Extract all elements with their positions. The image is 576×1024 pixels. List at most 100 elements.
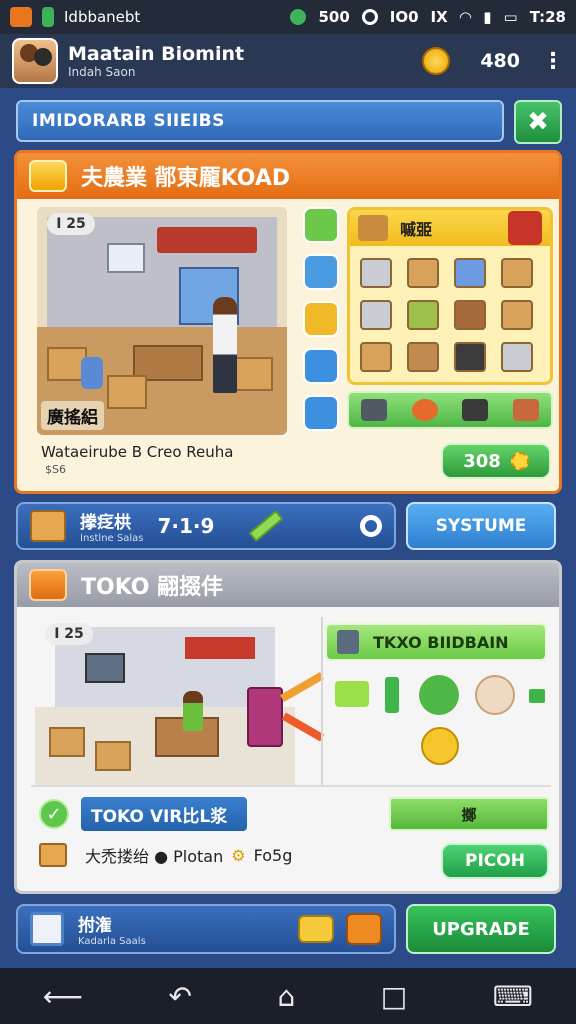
inventory-subtitle: Instlne Salas — [80, 533, 144, 544]
box-icon — [39, 843, 67, 867]
coin-count: 480 — [480, 50, 520, 72]
coin-icon — [422, 47, 451, 75]
tool-icon[interactable] — [303, 395, 339, 431]
catalog-item[interactable] — [407, 342, 439, 372]
record-icon — [361, 9, 378, 25]
store-panel-title: TOKO 翤掇仹 — [81, 575, 224, 600]
status-bar-button[interactable]: 擲 — [389, 797, 549, 831]
delivery-row[interactable]: 拊潅 Kadarla Saals — [16, 904, 396, 954]
clock-icon[interactable] — [303, 348, 339, 384]
search-bar[interactable]: IMIDORARB SIIEIBS — [16, 100, 504, 142]
more-menu-icon[interactable]: ⋮ — [542, 49, 564, 74]
undo-icon[interactable]: ↶ — [168, 980, 191, 1013]
system-nav-bar: ⟵ ↶ ⌂ □ ⌨ — [0, 968, 576, 1024]
cup-icon[interactable] — [303, 254, 339, 290]
status-app-label: Idbbanebt — [64, 8, 141, 26]
system-button[interactable]: SYSTUME — [406, 502, 556, 550]
gear-icon[interactable] — [411, 399, 438, 421]
document-icon — [30, 912, 64, 946]
truck-icon[interactable] — [346, 913, 382, 945]
shop-panel-title: 夫農業 鄁東龎KOAD — [81, 166, 291, 191]
delivery-title: 拊潅 — [78, 916, 112, 936]
settings-ring-icon[interactable] — [360, 515, 382, 537]
catalog-item[interactable] — [360, 342, 392, 372]
store-badge-icon — [29, 569, 67, 601]
coin-icon[interactable] — [421, 727, 459, 765]
divider — [321, 617, 323, 787]
catalog-item[interactable] — [454, 258, 486, 288]
home-icon[interactable]: ⌂ — [277, 980, 295, 1013]
cart-icon[interactable] — [298, 915, 334, 943]
close-button[interactable]: ✖ — [514, 100, 562, 144]
inventory-stat: 7·1·9 — [157, 514, 215, 538]
battery-icon: ▭ — [503, 8, 518, 26]
folder-icon — [358, 215, 388, 241]
catalog-box: 嘁臦 — [347, 207, 553, 385]
shop-description: Wataeirube B Creo Reuha — [41, 443, 234, 461]
tool-tray — [347, 391, 553, 429]
notification-icon — [290, 9, 307, 25]
gear-icon: ⚙ — [231, 845, 246, 865]
box-icon[interactable] — [475, 675, 515, 715]
catalog-item[interactable] — [501, 342, 533, 372]
store-tag-button[interactable]: TKXO BIIDBAIN — [325, 623, 547, 661]
bar-icon[interactable] — [385, 677, 399, 713]
store-panel-header: TOKO 翤掇仹 — [17, 563, 559, 607]
upgrade-button[interactable]: UPGRADE — [406, 904, 556, 954]
gear-icon — [510, 452, 529, 470]
shop-panel: 夫農業 鄁東龎KOAD I 25 廣搖絽 Wataeirube B Creo R… — [14, 150, 562, 494]
catalog-item[interactable] — [501, 258, 533, 288]
shopkeeper-character — [213, 297, 237, 393]
back-icon[interactable]: ⟵ — [43, 980, 83, 1013]
status-time: T:28 — [529, 8, 566, 26]
category-icon-column — [303, 207, 339, 431]
catalog-item[interactable] — [407, 258, 439, 288]
catalog-item[interactable] — [454, 342, 486, 372]
clerk-character — [183, 691, 203, 731]
level-badge: I 25 — [45, 623, 93, 645]
catalog-item[interactable] — [501, 300, 533, 330]
gift-icon[interactable] — [508, 211, 542, 245]
scene-label: 廣搖絽 — [41, 401, 104, 430]
chevron-right-icon[interactable] — [529, 689, 545, 703]
inventory-title: 搼疺栱 — [80, 513, 131, 533]
jar-icon[interactable] — [303, 207, 339, 243]
catalog-item[interactable] — [360, 300, 392, 330]
keyboard-icon[interactable]: ⌨ — [493, 980, 533, 1013]
profile-header: Maatain Biomint Indah Saon 480 ⋮ — [0, 34, 576, 88]
pencil-icon[interactable] — [248, 509, 285, 543]
coin-icon[interactable] — [303, 301, 339, 337]
box-icon — [107, 375, 147, 409]
avatar[interactable] — [12, 38, 58, 84]
arrow-icon[interactable] — [335, 681, 369, 707]
level-badge: I 25 — [47, 213, 95, 235]
box-icon — [30, 510, 66, 542]
verify-button[interactable]: TOKO VIR比L浆 — [81, 797, 247, 831]
inventory-row[interactable]: 搼疺栱 Instlne Salas 7·1·9 — [16, 502, 396, 550]
status-item-2: IO0 — [389, 8, 419, 26]
shop-sign — [157, 227, 257, 253]
status-bar: Idbbanebt 500 IO0 IX ◠ ▮ ▭ T:28 — [0, 0, 576, 34]
catalog-item[interactable] — [360, 258, 392, 288]
catalog-item[interactable] — [454, 300, 486, 330]
shop-panel-header: 夫農業 鄁東龎KOAD — [17, 153, 559, 199]
signal-icon: ▮ — [483, 8, 492, 26]
recents-icon[interactable]: □ — [381, 980, 407, 1013]
drill-icon[interactable] — [462, 399, 489, 421]
fridge-icon — [247, 687, 283, 747]
shelf-icon — [107, 243, 145, 273]
profile-subtitle: Indah Saon — [68, 65, 136, 79]
chair-icon — [81, 357, 103, 389]
check-icon[interactable]: ✓ — [39, 799, 69, 829]
catalog-grid — [350, 246, 550, 382]
tv-icon — [85, 653, 125, 683]
chart-icon[interactable] — [419, 675, 459, 715]
pick-button[interactable]: PICOH — [441, 843, 549, 879]
shield-icon — [42, 7, 54, 27]
catalog-item[interactable] — [407, 300, 439, 330]
crate-icon[interactable] — [512, 399, 539, 421]
store-panel: TOKO 翤掇仹 I 25 TKXO BIIDBAIN ✓ TOKO VIR比L… — [14, 560, 562, 894]
close-icon: ✖ — [527, 107, 549, 137]
printer-icon[interactable] — [361, 399, 388, 421]
value-button[interactable]: 308 — [441, 443, 551, 479]
